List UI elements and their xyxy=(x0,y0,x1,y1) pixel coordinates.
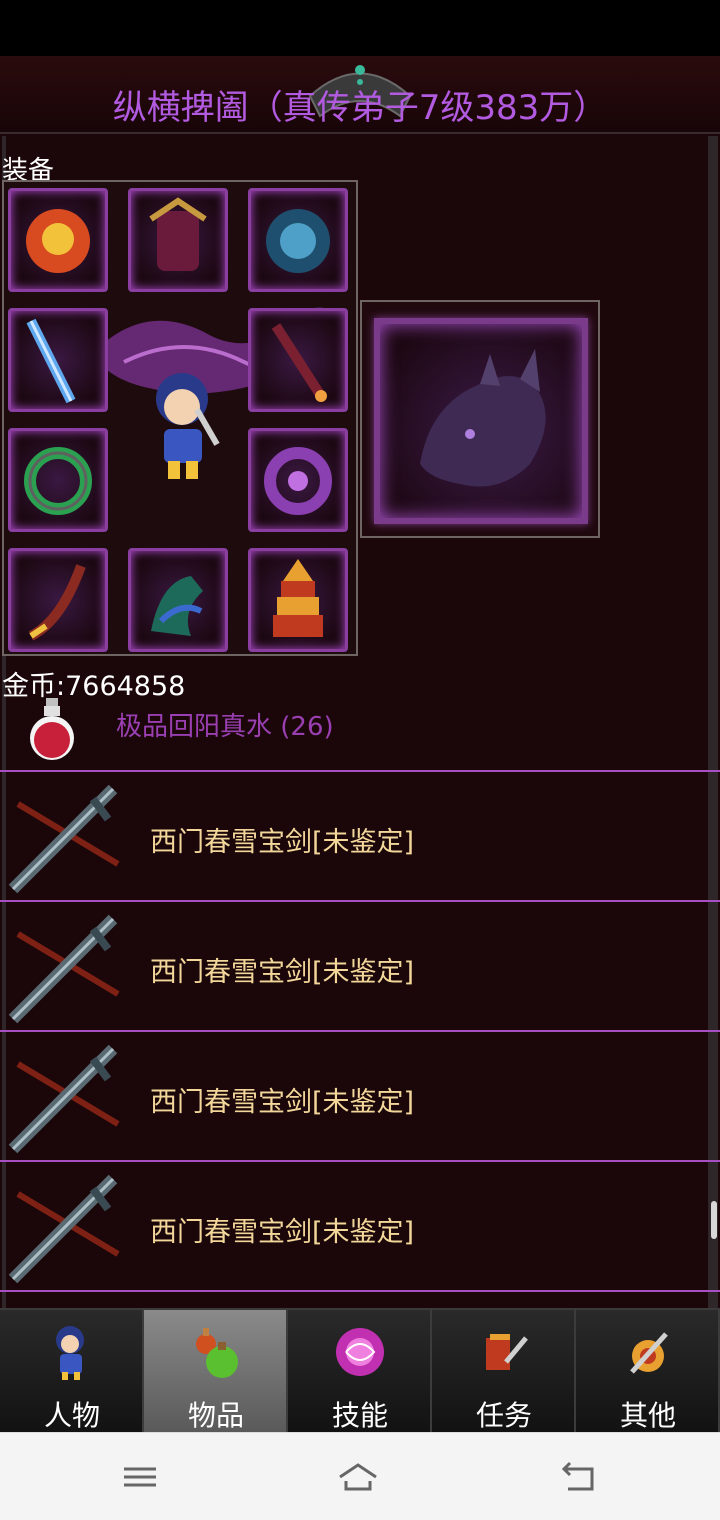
boots-icon xyxy=(151,576,203,636)
tab-items[interactable]: 物品 xyxy=(144,1310,288,1432)
tab-label: 技能 xyxy=(331,1399,388,1432)
list-item[interactable]: 西门春雪宝剑[未鉴定] xyxy=(0,1030,720,1160)
equip-slot[interactable] xyxy=(128,188,228,292)
spear-icon xyxy=(26,318,76,404)
equip-slot[interactable] xyxy=(8,428,108,532)
misc-icon xyxy=(630,1332,668,1374)
list-item[interactable]: 西门春雪宝剑[未鉴定] xyxy=(0,900,720,1030)
potion-icon xyxy=(30,698,74,760)
skill-orb-icon xyxy=(336,1328,384,1376)
equip-slot[interactable] xyxy=(248,548,348,652)
status-bar xyxy=(0,0,720,56)
tab-label: 人物 xyxy=(43,1399,100,1432)
tab-label: 任务 xyxy=(475,1399,532,1432)
crown-icon xyxy=(26,209,90,273)
title-frame: 纵横捭阖（真传弟子7级383万） xyxy=(0,56,720,134)
tab-label: 物品 xyxy=(187,1399,244,1432)
equip-slot[interactable] xyxy=(8,188,108,292)
game-screen: 纵横捭阖（真传弟子7级383万） 装备 金币:7664858 极品回阳真水 (2… xyxy=(0,56,720,1308)
pagoda-icon xyxy=(273,559,323,637)
item-name[interactable]: 西门春雪宝剑[未鉴定] xyxy=(150,820,414,859)
scrollbar[interactable] xyxy=(711,1201,717,1239)
list-item[interactable] xyxy=(0,1290,720,1308)
quest-icon xyxy=(486,1334,528,1370)
item-name[interactable]: 西门春雪宝剑[未鉴定] xyxy=(150,1210,414,1249)
equip-slot[interactable] xyxy=(128,548,228,652)
list-item[interactable]: 西门春雪宝剑[未鉴定] xyxy=(0,1160,720,1290)
tab-quests[interactable]: 任务 xyxy=(432,1310,576,1432)
equip-slot[interactable] xyxy=(8,548,108,652)
character-icon xyxy=(56,1326,84,1380)
potion-bag-icon xyxy=(196,1328,238,1378)
equip-slot[interactable] xyxy=(248,188,348,292)
list-item[interactable]: 西门春雪宝剑[未鉴定] xyxy=(0,770,720,900)
back-icon[interactable] xyxy=(556,1459,600,1495)
sword-icon xyxy=(8,1174,120,1284)
armor-icon xyxy=(149,197,207,271)
item-name[interactable]: 西门春雪宝剑[未鉴定] xyxy=(150,950,414,989)
beast-icon xyxy=(420,349,546,487)
sword-icon xyxy=(8,1044,120,1154)
system-navbar xyxy=(0,1432,720,1520)
mount-slot[interactable] xyxy=(360,300,600,538)
item-name[interactable]: 西门春雪宝剑[未鉴定] xyxy=(150,1080,414,1119)
shield-icon xyxy=(266,209,330,273)
item-list: 西门春雪宝剑[未鉴定] 西门春雪宝剑[未鉴定] 西门春雪宝剑[未鉴定] 西门春雪… xyxy=(0,770,720,1308)
sword-icon xyxy=(8,784,120,894)
tab-label: 其他 xyxy=(619,1399,676,1432)
mount-frame xyxy=(374,318,588,524)
equip-slot[interactable] xyxy=(248,428,348,532)
equipment-grid xyxy=(2,180,358,656)
bottom-tabbar: 人物 物品 技能 任务 其他 xyxy=(0,1308,720,1432)
staff-icon xyxy=(271,323,327,402)
tab-skills[interactable]: 技能 xyxy=(288,1310,432,1432)
equip-slot[interactable] xyxy=(248,308,348,412)
tab-other[interactable]: 其他 xyxy=(576,1310,720,1432)
page-title: 纵横捭阖（真传弟子7级383万） xyxy=(112,88,608,128)
potion-row[interactable]: 极品回阳真水 (26) xyxy=(0,692,720,770)
home-icon[interactable] xyxy=(336,1459,380,1495)
hero-avatar xyxy=(156,373,220,479)
ring-icon xyxy=(24,447,92,515)
menu-icon[interactable] xyxy=(118,1459,162,1495)
horn-icon xyxy=(28,564,86,641)
potion-name[interactable]: 极品回阳真水 (26) xyxy=(116,706,334,743)
tab-character[interactable]: 人物 xyxy=(0,1310,144,1432)
sword-icon xyxy=(8,914,120,1024)
equip-slot[interactable] xyxy=(8,308,108,412)
bracelet-icon xyxy=(264,447,332,515)
